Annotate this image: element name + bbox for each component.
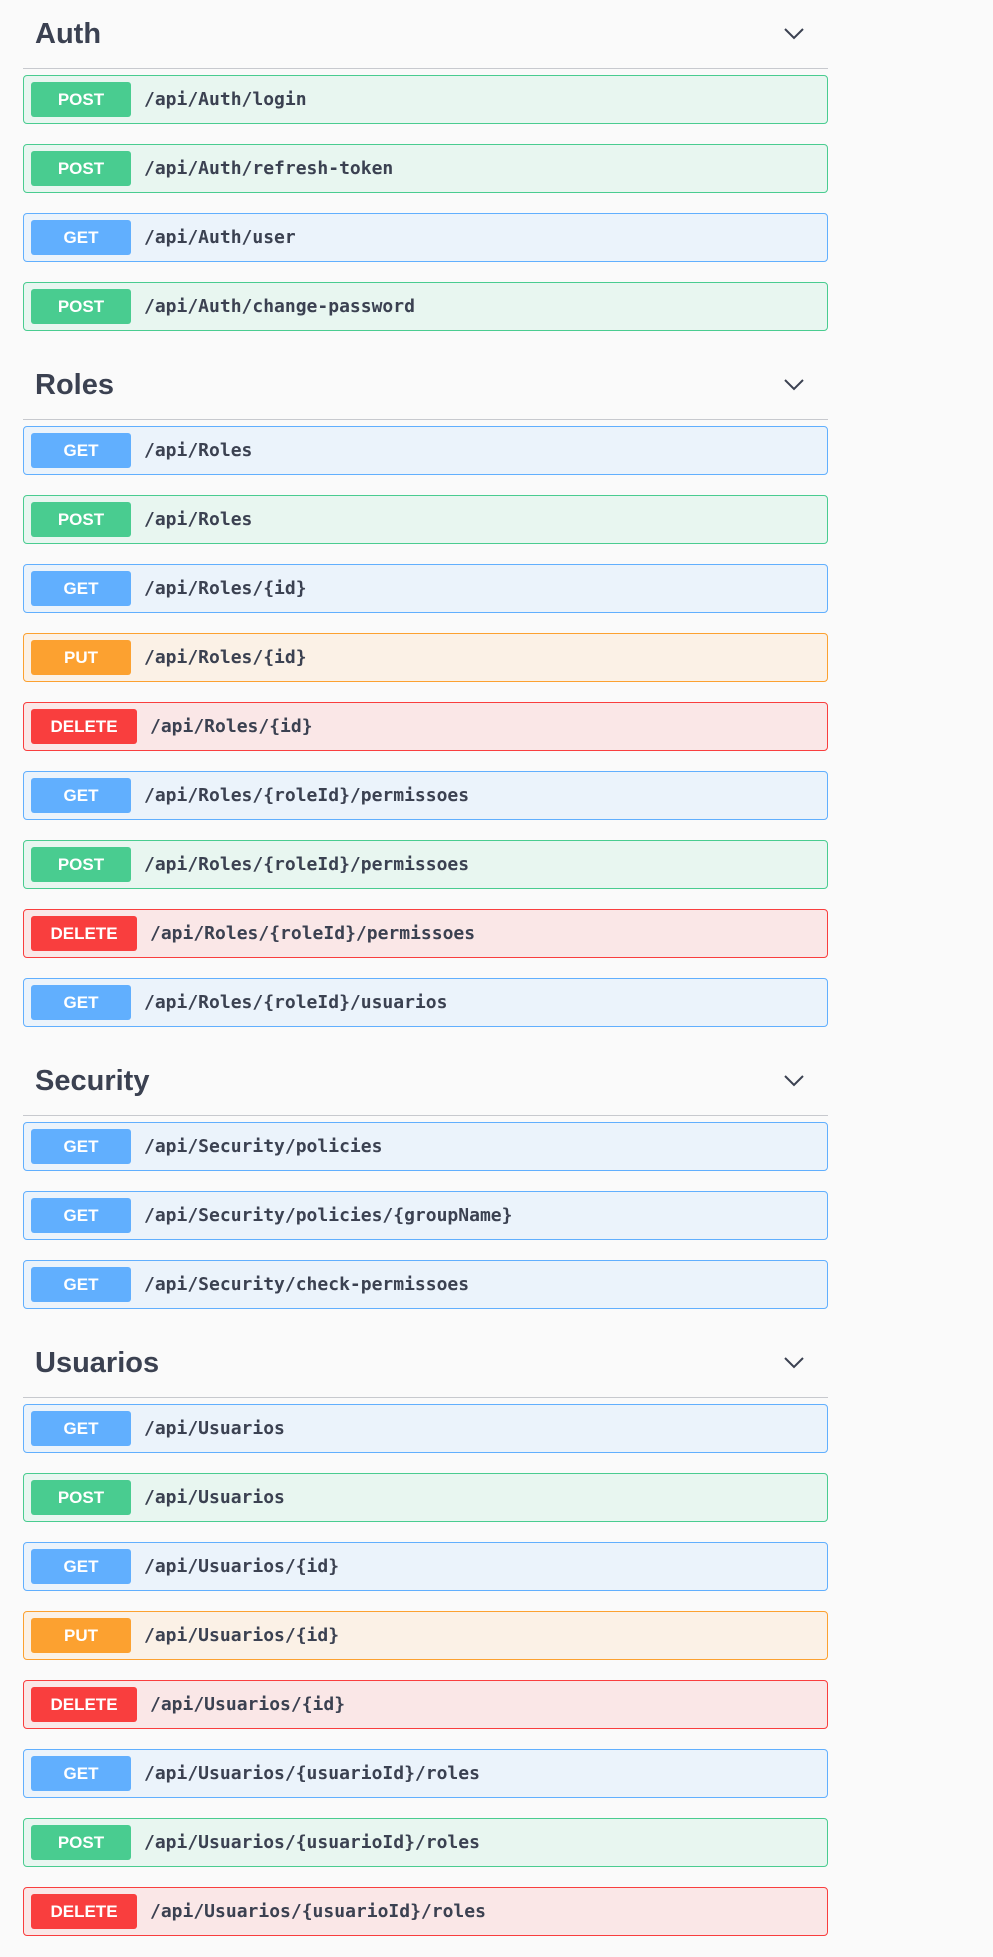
operation-row[interactable]: GET/api/Auth/user [23,213,828,262]
method-badge: DELETE [31,709,137,744]
method-badge: POST [31,82,131,117]
chevron-down-icon[interactable] [782,22,806,46]
section-security: Security GET/api/Security/policies GET/api… [23,1047,828,1309]
chevron-down-icon[interactable] [782,1069,806,1093]
method-badge: DELETE [31,1894,137,1929]
operation-row[interactable]: DELETE/api/Roles/{id} [23,702,828,751]
method-badge: POST [31,151,131,186]
operation-row[interactable]: GET/api/Usuarios [23,1404,828,1453]
operation-path: /api/Usuarios/{id} [144,1556,340,1577]
operation-row[interactable]: GET/api/Roles/{roleId}/usuarios [23,978,828,1027]
operation-path: /api/Usuarios/{usuarioId}/roles [144,1763,480,1784]
operation-row[interactable]: GET/api/Roles/{id} [23,564,828,613]
operation-row[interactable]: GET/api/Usuarios/{usuarioId}/roles [23,1749,828,1798]
section-title: Auth [35,17,102,50]
method-badge: GET [31,778,131,813]
operation-path: /api/Usuarios [144,1418,285,1439]
operation-row[interactable]: DELETE/api/Usuarios/{id} [23,1680,828,1729]
section-roles: Roles GET/api/Roles POST/api/Roles GET/api/… [23,351,828,1027]
section-title: Roles [35,368,114,401]
method-badge: GET [31,220,131,255]
section-header[interactable]: Auth [23,0,828,69]
section-title: Security [35,1064,150,1097]
section-auth: Auth POST/api/Auth/login POST/api/Auth/ref… [23,0,828,331]
operations-list: POST/api/Auth/login POST/api/Auth/refresh… [23,69,828,331]
operations-list: GET/api/Security/policies GET/api/Securit… [23,1116,828,1309]
operation-row[interactable]: GET/api/Roles [23,426,828,475]
section-header[interactable]: Roles [23,351,828,420]
operation-path: /api/Roles [144,509,253,530]
method-badge: POST [31,1480,131,1515]
method-badge: GET [31,1411,131,1446]
operation-row[interactable]: POST/api/Usuarios [23,1473,828,1522]
operation-path: /api/Security/policies [144,1136,383,1157]
section-header[interactable]: Security [23,1047,828,1116]
operation-row[interactable]: PUT/api/Roles/{id} [23,633,828,682]
method-badge: POST [31,1825,131,1860]
method-badge: GET [31,1267,131,1302]
operation-path: /api/Security/policies/{groupName} [144,1205,513,1226]
method-badge: GET [31,1549,131,1584]
method-badge: POST [31,847,131,882]
operation-row[interactable]: POST/api/Auth/change-password [23,282,828,331]
method-badge: PUT [31,1618,131,1653]
operation-path: /api/Usuarios/{usuarioId}/roles [144,1832,480,1853]
operation-path: /api/Auth/user [144,227,296,248]
operation-path: /api/Usuarios/{usuarioId}/roles [150,1901,486,1922]
section-title: Usuarios [35,1346,160,1379]
operation-path: /api/Usuarios/{id} [150,1694,346,1715]
operation-path: /api/Roles/{roleId}/permissoes [150,923,476,944]
operations-list: GET/api/Usuarios POST/api/Usuarios GET/api… [23,1398,828,1936]
method-badge: GET [31,571,131,606]
operation-row[interactable]: GET/api/Security/policies [23,1122,828,1171]
operation-path: /api/Usuarios [144,1487,285,1508]
operation-row[interactable]: DELETE/api/Usuarios/{usuarioId}/roles [23,1887,828,1936]
operation-path: /api/Auth/change-password [144,296,415,317]
operation-row[interactable]: GET/api/Security/policies/{groupName} [23,1191,828,1240]
method-badge: DELETE [31,916,137,951]
operation-path: /api/Auth/refresh-token [144,158,394,179]
method-badge: GET [31,433,131,468]
operation-row[interactable]: POST/api/Roles [23,495,828,544]
operation-row[interactable]: POST/api/Usuarios/{usuarioId}/roles [23,1818,828,1867]
operation-row[interactable]: POST/api/Roles/{roleId}/permissoes [23,840,828,889]
method-badge: GET [31,1198,131,1233]
operation-path: /api/Auth/login [144,89,307,110]
method-badge: PUT [31,640,131,675]
api-operations-list: Auth POST/api/Auth/login POST/api/Auth/ref… [0,0,828,1936]
chevron-down-icon[interactable] [782,1351,806,1375]
method-badge: GET [31,1129,131,1164]
operation-path: /api/Usuarios/{id} [144,1625,340,1646]
method-badge: GET [31,985,131,1020]
method-badge: GET [31,1756,131,1791]
method-badge: POST [31,502,131,537]
operations-list: GET/api/Roles POST/api/Roles GET/api/Roles… [23,420,828,1027]
operation-path: /api/Roles [144,440,253,461]
method-badge: POST [31,289,131,324]
operation-row[interactable]: PUT/api/Usuarios/{id} [23,1611,828,1660]
operation-path: /api/Roles/{id} [150,716,313,737]
operation-path: /api/Roles/{roleId}/usuarios [144,992,448,1013]
operation-row[interactable]: GET/api/Usuarios/{id} [23,1542,828,1591]
operation-row[interactable]: GET/api/Roles/{roleId}/permissoes [23,771,828,820]
section-usuarios: Usuarios GET/api/Usuarios POST/api/Usuario… [23,1329,828,1936]
operation-row[interactable]: DELETE/api/Roles/{roleId}/permissoes [23,909,828,958]
operation-row[interactable]: POST/api/Auth/login [23,75,828,124]
operation-path: /api/Roles/{id} [144,647,307,668]
operation-row[interactable]: POST/api/Auth/refresh-token [23,144,828,193]
operation-path: /api/Roles/{roleId}/permissoes [144,785,470,806]
operation-path: /api/Roles/{id} [144,578,307,599]
operation-row[interactable]: GET/api/Security/check-permissoes [23,1260,828,1309]
chevron-down-icon[interactable] [782,373,806,397]
method-badge: DELETE [31,1687,137,1722]
operation-path: /api/Security/check-permissoes [144,1274,470,1295]
section-header[interactable]: Usuarios [23,1329,828,1398]
operation-path: /api/Roles/{roleId}/permissoes [144,854,470,875]
